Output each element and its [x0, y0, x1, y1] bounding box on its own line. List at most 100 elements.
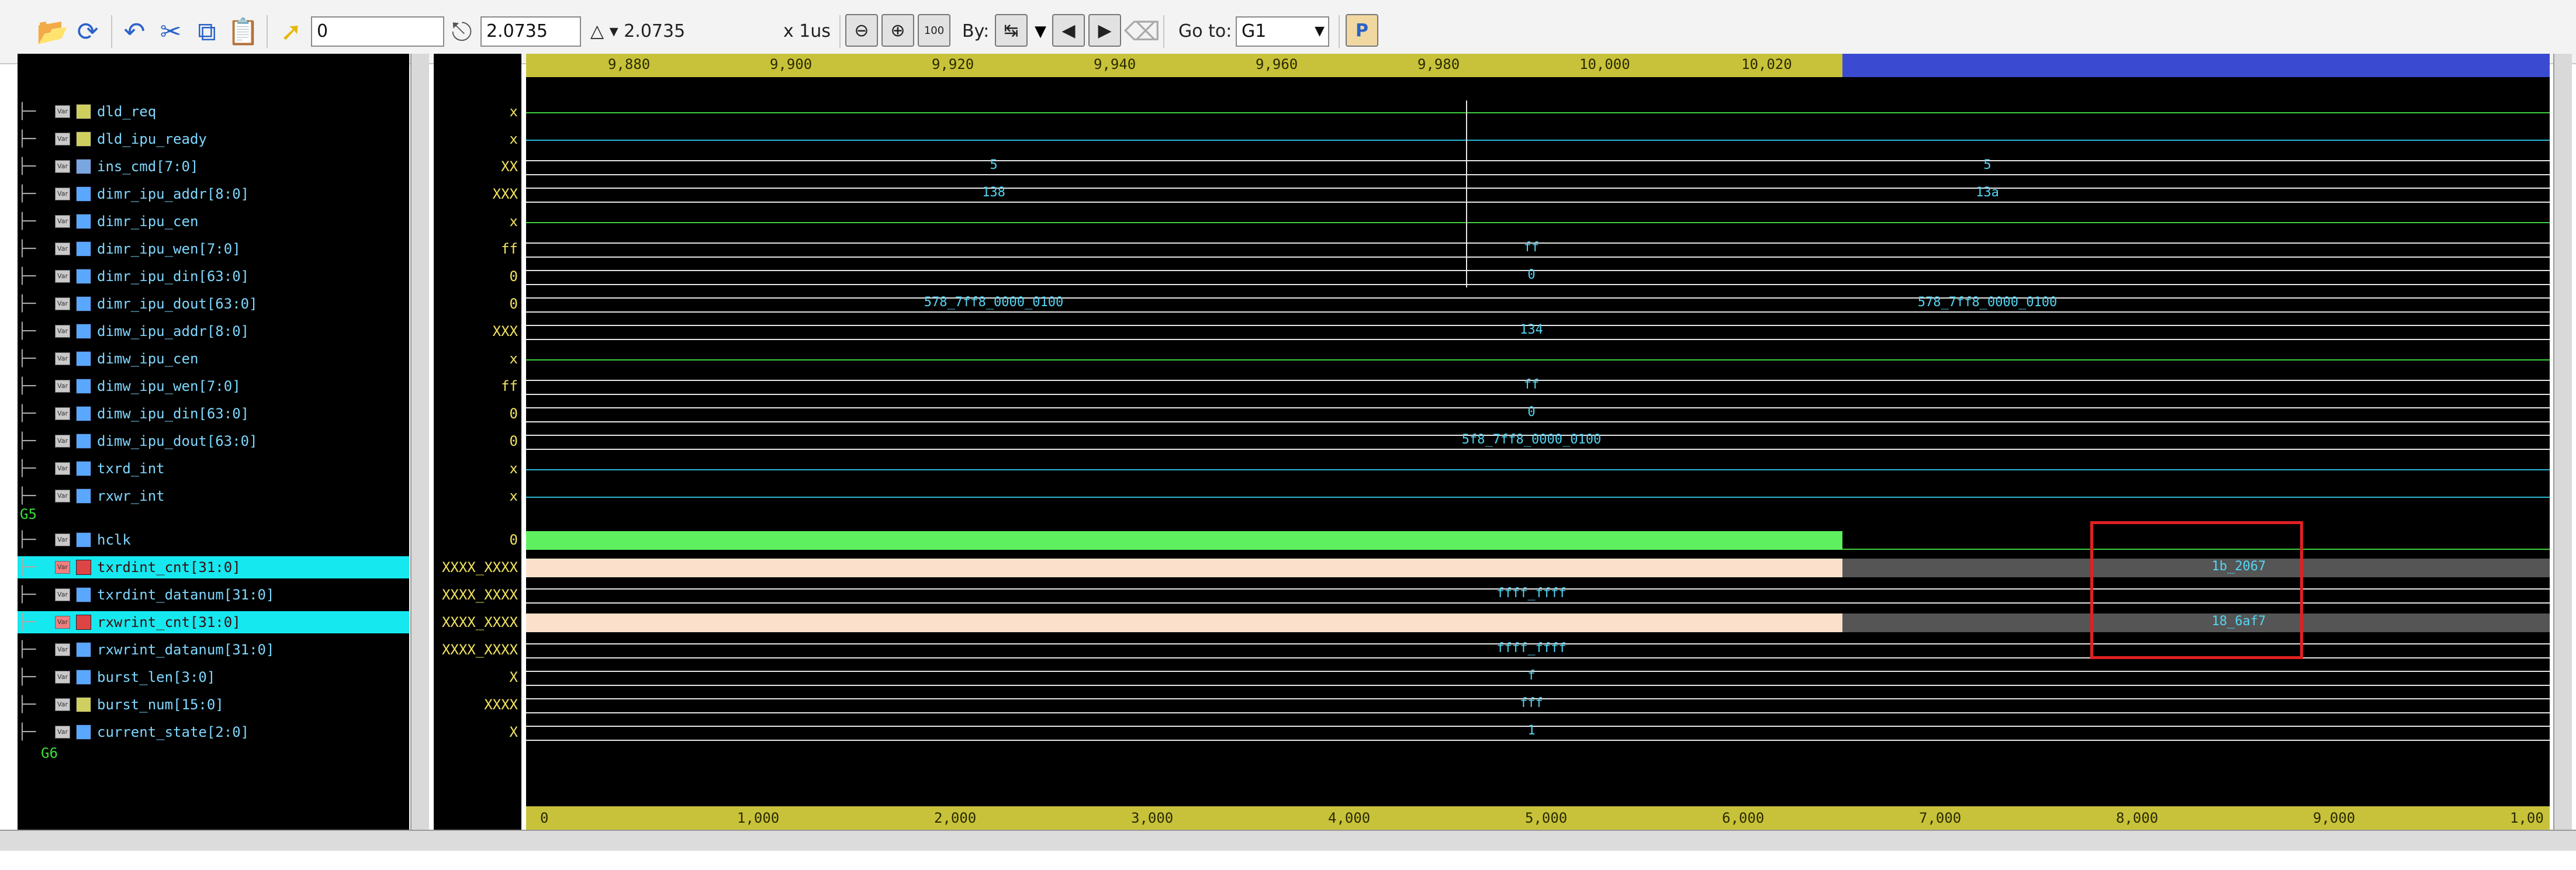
signal-row-txrdint-cnt-31-0[interactable]: ├─ Var txrdint_cnt[31:0] [18, 556, 409, 578]
reload-icon[interactable]: ⟳ [70, 14, 105, 49]
signal-name: rxwrint_cnt[31:0] [97, 614, 241, 630]
zoom-fit-icon[interactable]: 100 [918, 14, 950, 47]
wave-dld-ipu-ready[interactable] [526, 140, 2550, 141]
signal-row-dimw-ipu-wen-7-0[interactable]: ├─ Var dimw_ipu_wen[7:0] [18, 375, 409, 397]
tree-connector: ├─ [18, 531, 36, 549]
wave-value: ff [1523, 240, 1540, 255]
signal-row-dimw-ipu-addr-8-0[interactable]: ├─ Var dimw_ipu_addr[8:0] [18, 320, 409, 342]
wave-txrdint-cnt-counting[interactable] [526, 559, 1842, 577]
wave-hclk[interactable] [526, 531, 1842, 550]
wave-burst-len-lower[interactable] [526, 685, 2550, 686]
cut-icon[interactable]: ✂ [153, 14, 188, 49]
wire-port-icon [76, 697, 91, 712]
wave-dimw-wen-lower[interactable] [526, 394, 2550, 395]
wave-dimr-cen[interactable] [526, 222, 2550, 223]
horizontal-scrollbar[interactable] [0, 830, 2576, 852]
wave-burst-num-lower[interactable] [526, 712, 2550, 713]
zoom-out-icon[interactable]: ⊖ [845, 14, 878, 47]
wave-rxwrint-cnt-counting[interactable] [526, 613, 1842, 632]
wave-dimr-dout-upper[interactable] [526, 297, 2550, 299]
wave-current-state-lower[interactable] [526, 740, 2550, 741]
wave-value: 0 [1527, 405, 1536, 420]
marker-time-field[interactable]: 2.0735 [480, 16, 581, 47]
paste-icon[interactable]: 📋 [226, 14, 261, 49]
variable-type-icon: Var [55, 533, 70, 546]
wave-ins-cmd-lower[interactable] [526, 174, 2550, 175]
wave-dimw-addr-lower[interactable] [526, 339, 2550, 340]
wave-dimr-dout-lower[interactable] [526, 311, 2550, 313]
time-cursor[interactable] [1466, 100, 1467, 287]
wave-dimr-din-lower[interactable] [526, 284, 2550, 285]
wave-dimw-din-lower[interactable] [526, 421, 2550, 422]
wave-dimr-addr-upper[interactable] [526, 188, 2550, 189]
search-backward-icon[interactable]: ◀ [1052, 14, 1085, 47]
variable-type-icon: Var [55, 435, 70, 448]
zoom-in-icon[interactable]: ⊕ [881, 14, 914, 47]
search-type-dropdown-icon[interactable]: ▼ [1030, 14, 1051, 49]
goto-select[interactable]: G1 ▼ [1236, 16, 1329, 47]
signal-row-rxwr-int[interactable]: ├─ Var rxwr_int [18, 485, 409, 507]
goto-value: G1 [1242, 21, 1267, 41]
signal-row-rxwrint-cnt-31-0[interactable]: ├─ Var rxwrint_cnt[31:0] [18, 611, 409, 633]
wave-dimw-cen[interactable] [526, 359, 2550, 361]
signal-row-ins-cmd-7-0[interactable]: ├─ Var ins_cmd[7:0] [18, 155, 409, 178]
signal-row-dimr-ipu-wen-7-0[interactable]: ├─ Var dimr_ipu_wen[7:0] [18, 238, 409, 260]
bottom-ruler-tick-label: 0 [540, 810, 549, 826]
wave-dimr-addr-lower[interactable] [526, 202, 2550, 203]
wave-value: 138 [982, 185, 1005, 200]
signal-row-hclk[interactable]: ├─ Var hclk [18, 529, 409, 551]
signal-row-dimw-ipu-din-63-0[interactable]: ├─ Var dimw_ipu_din[63:0] [18, 403, 409, 425]
wave-rxwr-int[interactable] [526, 497, 2550, 498]
cursor-time-field[interactable]: 0 [311, 16, 444, 47]
signal-row-dimr-ipu-addr-8-0[interactable]: ├─ Var dimr_ipu_addr[8:0] [18, 183, 409, 205]
chevron-down-icon: ▼ [1315, 24, 1325, 39]
wave-dimr-din-upper[interactable] [526, 270, 2550, 271]
tree-connector: ├─ [18, 295, 36, 313]
signal-row-txrd-int[interactable]: ├─ Var txrd_int [18, 457, 409, 480]
signal-value-pane: x x XX XXX x ff 0 0 XXX x ff 0 0 x x 0 XXXX_XXXX XXXX_XXX… [434, 54, 521, 830]
signal-row-dimr-ipu-cen[interactable]: ├─ Var dimr_ipu_cen [18, 210, 409, 233]
wave-ins-cmd-upper[interactable] [526, 160, 2550, 161]
search-type-icon[interactable]: ↹ [995, 14, 1028, 47]
wave-dld-req[interactable] [526, 112, 2550, 113]
signal-row-burst-len-3-0[interactable]: ├─ Var burst_len[3:0] [18, 666, 409, 688]
wave-dimw-din-upper[interactable] [526, 407, 2550, 408]
wave-txrd-int[interactable] [526, 469, 2550, 470]
bottom-time-ruler[interactable]: 0 1,000 2,000 3,000 4,000 5,000 6,000 7,000 8,00… [526, 806, 2550, 830]
out-port-icon [76, 434, 91, 449]
signal-name: rxwr_int [97, 488, 165, 504]
wave-dimw-dout-lower[interactable] [526, 449, 2550, 450]
search-forward-icon[interactable]: ▶ [1088, 14, 1121, 47]
wave-dimr-wen-lower[interactable] [526, 257, 2550, 258]
group-label-g5[interactable]: G5 [20, 505, 37, 523]
open-folder-icon[interactable]: 📂 [35, 14, 70, 49]
waveform-scrollbar[interactable] [2553, 54, 2572, 830]
signal-row-txrdint-datanum-31-0[interactable]: ├─ Var txrdint_datanum[31:0] [18, 584, 409, 606]
signal-row-dimw-ipu-cen[interactable]: ├─ Var dimw_ipu_cen [18, 348, 409, 370]
undo-icon[interactable]: ↶ [117, 14, 152, 49]
signal-row-current-state-2-0[interactable]: ├─ Var current_state[2:0] [18, 721, 409, 743]
signal-row-rxwrint-datanum-31-0[interactable]: ├─ Var rxwrint_datanum[31:0] [18, 639, 409, 661]
signal-value: x [509, 351, 518, 367]
signal-row-dld-ipu-ready[interactable]: ├─ Var dld_ipu_ready [18, 128, 409, 150]
pointer-cursor-icon[interactable]: ➚ [274, 14, 309, 49]
copy-icon[interactable]: ⧉ [189, 14, 224, 49]
variable-type-icon: Var [55, 188, 70, 200]
waveform-pane[interactable]: 9,880 9,900 9,920 9,940 9,960 9,980 10,000 10,0… [526, 54, 2550, 830]
signal-row-dimr-ipu-din-63-0[interactable]: ├─ Var dimr_ipu_din[63:0] [18, 265, 409, 287]
search-clear-icon[interactable]: ⌫ [1124, 14, 1160, 49]
signal-row-burst-num-15-0[interactable]: ├─ Var burst_num[15:0] [18, 694, 409, 716]
wave-value: ff [1523, 377, 1540, 392]
signal-value: 0 [509, 532, 518, 548]
wave-burst-len-upper[interactable] [526, 671, 2550, 672]
signal-row-dimr-ipu-dout-63-0[interactable]: ├─ Var dimr_ipu_dout[63:0] [18, 293, 409, 315]
signal-row-dld-req[interactable]: ├─ Var dld_req [18, 100, 409, 123]
wave-current-state-upper[interactable] [526, 726, 2550, 727]
name-pane-scrollbar[interactable] [410, 54, 429, 830]
signal-value: 0 [509, 405, 518, 422]
wave-value: 578_7ff8_0000_0100 [924, 295, 1064, 310]
marker-icon[interactable]: ⎋ [444, 14, 479, 49]
signal-row-dimw-ipu-dout-63-0[interactable]: ├─ Var dimw_ipu_dout[63:0] [18, 430, 409, 452]
properties-icon[interactable]: P [1346, 14, 1378, 47]
group-label-g6[interactable]: G6 [41, 744, 58, 762]
